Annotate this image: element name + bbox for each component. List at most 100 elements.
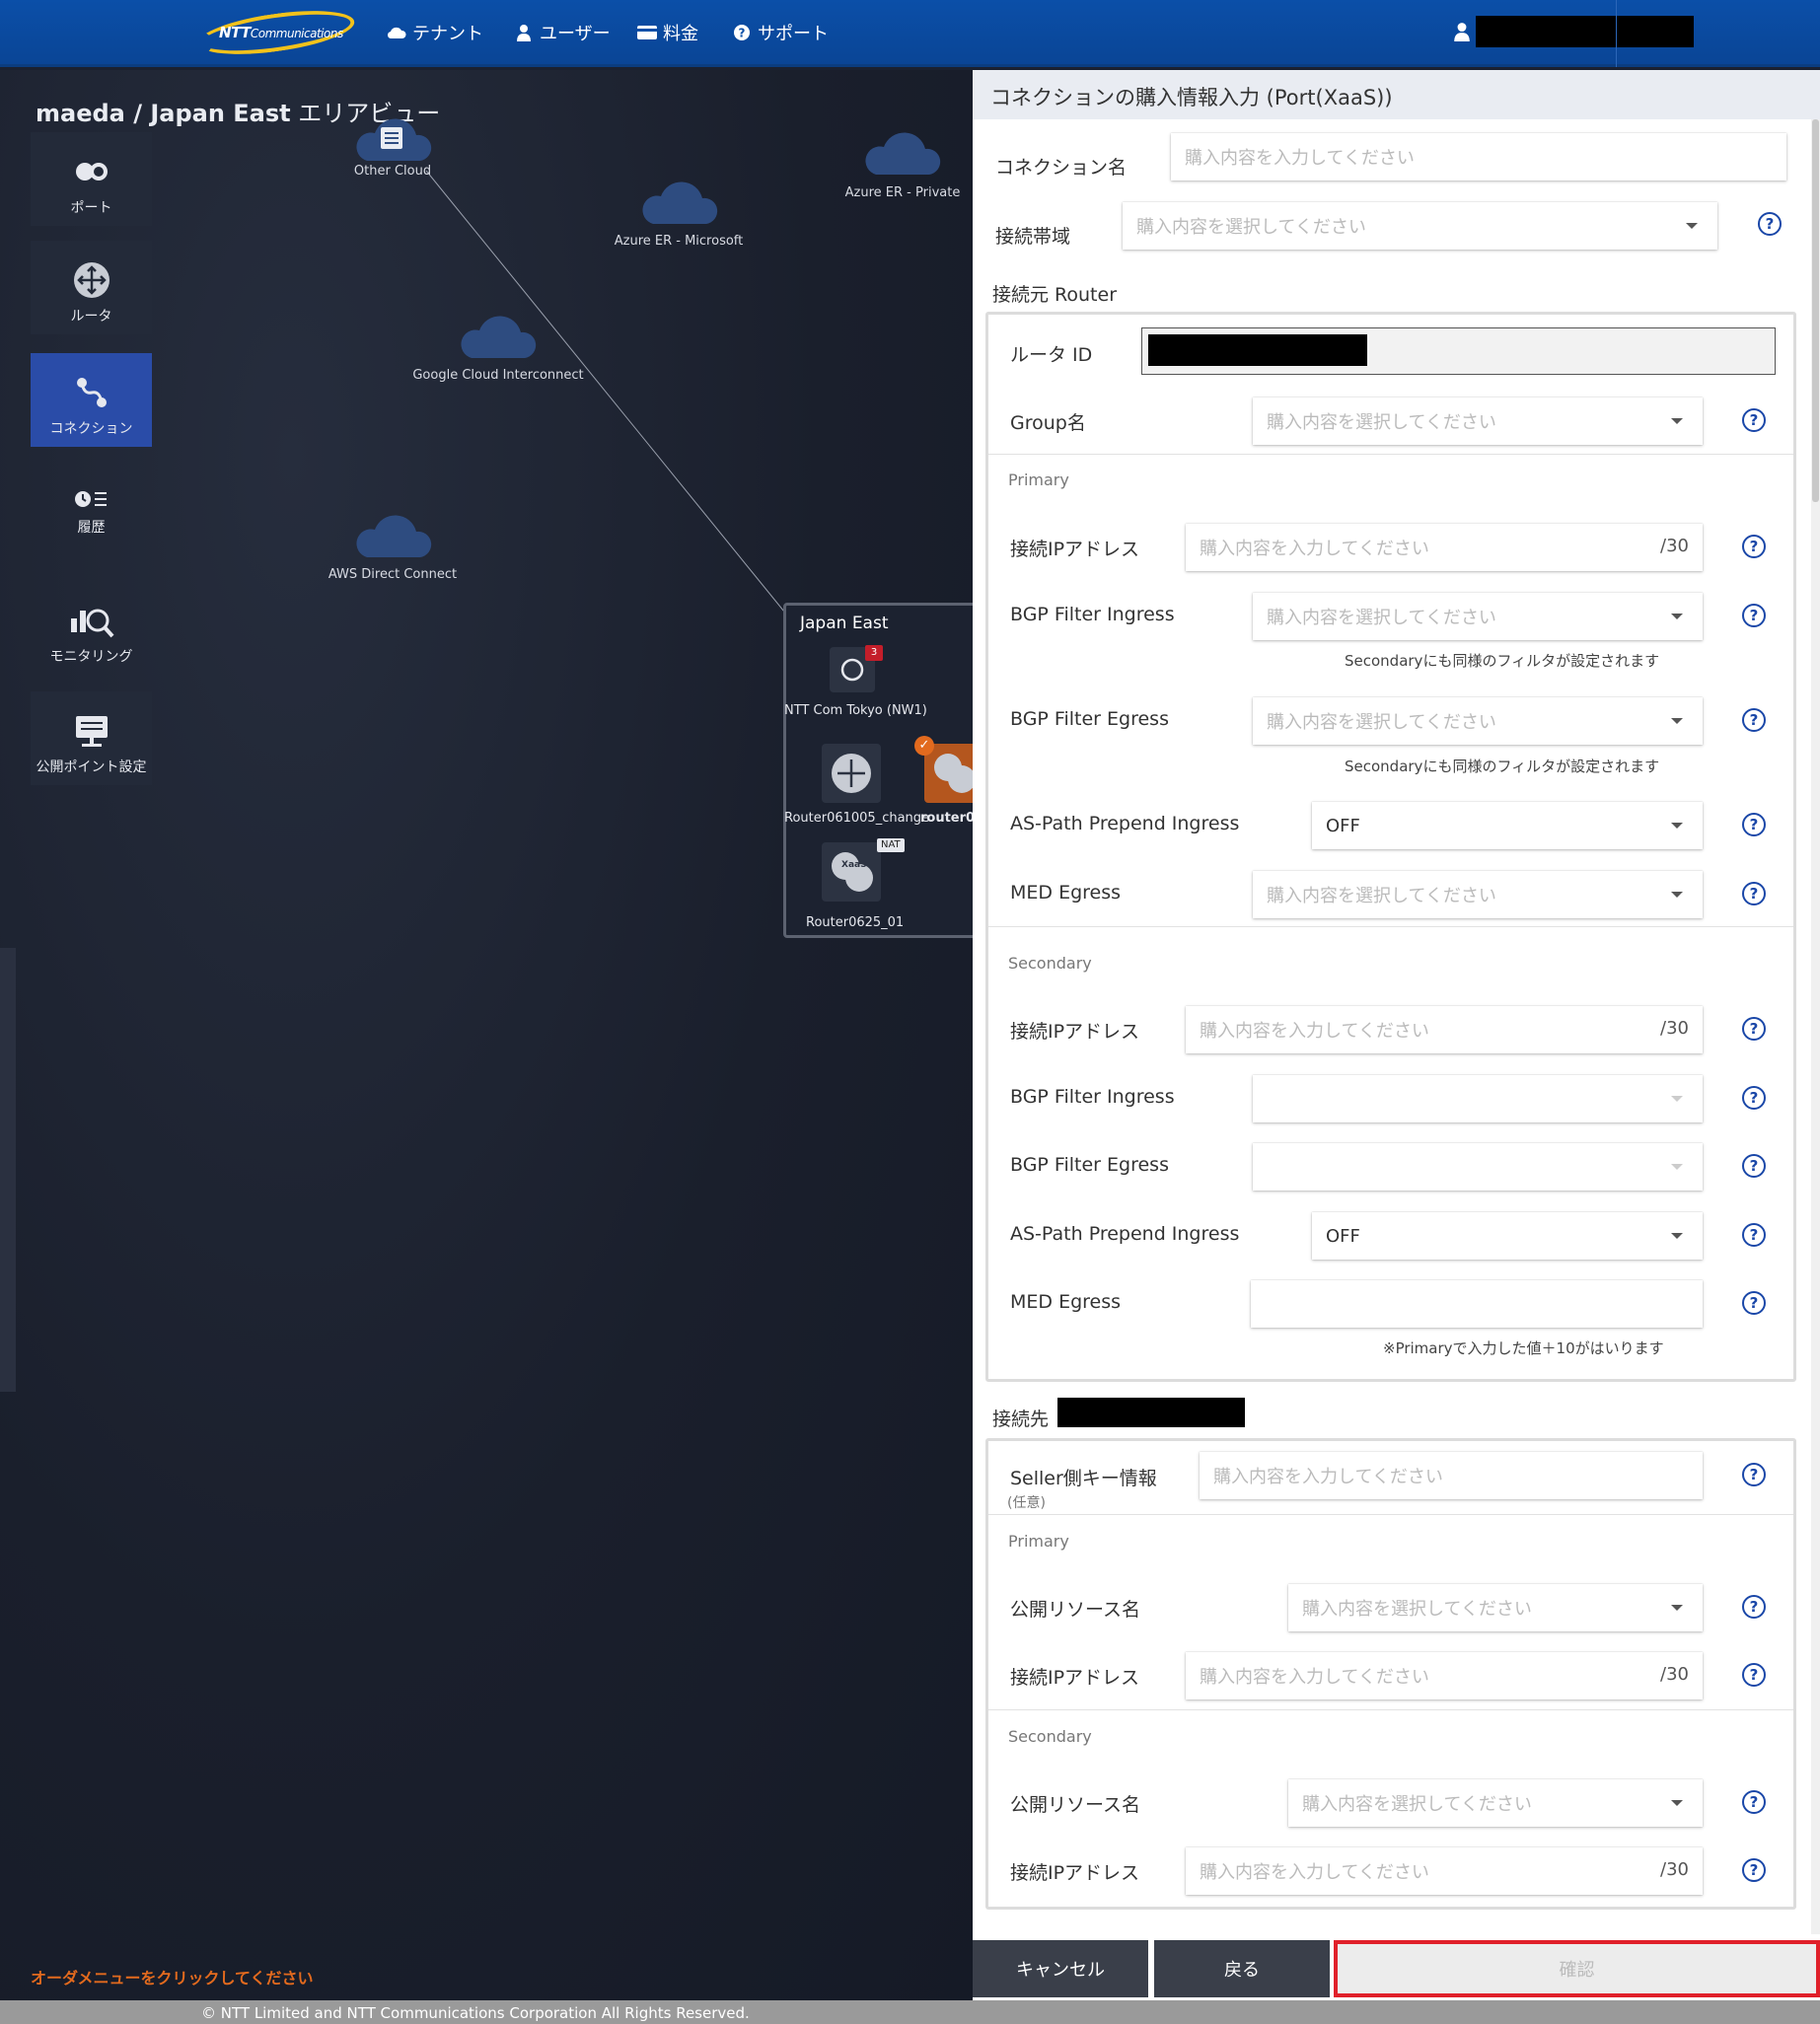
dest-secondary-title: Secondary <box>1008 1727 1092 1746</box>
sidebar-label: コネクション <box>49 421 133 437</box>
primary-bgp-ingress-select[interactable]: 購入内容を選択してください <box>1253 593 1703 640</box>
secondary-ip-label: 接続IPアドレス <box>1010 1021 1140 1043</box>
cloud-other[interactable] <box>351 113 434 167</box>
primary-bgp-egress-select[interactable]: 購入内容を選択してください <box>1253 697 1703 745</box>
logo-sub-text: Communications <box>250 27 343 40</box>
help-icon[interactable]: ? <box>1742 604 1766 627</box>
dest-primary-resource-select[interactable]: 購入内容を選択してください <box>1288 1584 1703 1631</box>
router-node-3[interactable] <box>822 842 881 902</box>
secondary-bgp-ingress-label: BGP Filter Ingress <box>1010 1086 1175 1108</box>
chevron-down-icon <box>1671 892 1683 898</box>
dest-primary-ip-input[interactable]: 購入内容を入力してください /30 <box>1186 1652 1703 1699</box>
history-icon <box>31 479 152 519</box>
chevron-down-icon <box>1671 418 1683 424</box>
help-icon[interactable]: ? <box>1742 1291 1766 1315</box>
divider <box>988 926 1793 927</box>
router-node-1-label: Router061005_change <box>784 811 930 826</box>
group-placeholder: 購入内容を選択してください <box>1267 412 1496 433</box>
help-icon[interactable]: ? <box>1742 1154 1766 1178</box>
panel-scrollbar-thumb[interactable] <box>1812 119 1819 502</box>
secondary-section-title: Secondary <box>1008 954 1092 973</box>
selected-check-icon: ✓ <box>914 736 934 756</box>
dest-secondary-ip-input[interactable]: 購入内容を入力してください /30 <box>1186 1847 1703 1895</box>
destination-name-redacted <box>1057 1398 1245 1427</box>
help-circle-icon: ? <box>732 23 752 42</box>
ntt-logo[interactable]: NTTCommunications <box>219 24 343 41</box>
cloud-label-azure-microsoft: Azure ER - Microsoft <box>614 234 744 249</box>
nav-billing[interactable]: 料金 <box>637 20 698 45</box>
dest-primary-ip-suffix: /30 <box>1660 1664 1689 1685</box>
form-body: コネクション名 購入内容を入力してください 接続帯域 購入内容を選択してください… <box>973 119 1820 1940</box>
help-icon[interactable]: ? <box>1742 1790 1766 1814</box>
chevron-down-icon <box>1686 223 1698 229</box>
sidebar-item-public-point[interactable]: 公開ポイント設定 <box>31 691 152 785</box>
secondary-ip-suffix: /30 <box>1660 1018 1689 1039</box>
dest-secondary-resource-placeholder: 購入内容を選択してください <box>1302 1794 1532 1815</box>
cloud-azure-private[interactable] <box>860 127 943 181</box>
help-icon[interactable]: ? <box>1742 1858 1766 1882</box>
secondary-ip-input[interactable]: 購入内容を入力してください /30 <box>1186 1006 1703 1053</box>
cloud-label-azure-private: Azure ER - Private <box>844 185 961 200</box>
router-node-1[interactable] <box>822 744 881 803</box>
region-title: Japan East <box>800 614 889 633</box>
primary-bgp-egress-label: BGP Filter Egress <box>1010 708 1169 730</box>
sidebar-item-port[interactable]: ポート <box>31 132 152 226</box>
cloud-aws[interactable] <box>351 510 434 563</box>
group-select[interactable]: 購入内容を選択してください <box>1253 398 1703 445</box>
cloud-icon <box>642 181 718 224</box>
help-icon[interactable]: ? <box>1742 708 1766 732</box>
dest-secondary-resource-select[interactable]: 購入内容を選択してください <box>1288 1779 1703 1827</box>
cloud-google[interactable] <box>456 311 539 364</box>
dest-primary-resource-placeholder: 購入内容を選択してください <box>1302 1599 1532 1620</box>
primary-ip-input[interactable]: 購入内容を入力してください /30 <box>1186 524 1703 571</box>
back-button[interactable]: 戻る <box>1154 1940 1330 1997</box>
help-icon[interactable]: ? <box>1742 1595 1766 1619</box>
chevron-down-icon <box>1671 1233 1683 1239</box>
cancel-button[interactable]: キャンセル <box>973 1940 1148 1997</box>
help-icon[interactable]: ? <box>1742 1223 1766 1247</box>
help-icon[interactable]: ? <box>1758 212 1782 236</box>
area-map-view: maeda / Japan East エリアビュー Other Cloud Az… <box>0 70 973 2000</box>
seller-key-label: Seller側キー情報 <box>1010 1468 1157 1489</box>
cloud-label-aws: AWS Direct Connect <box>328 567 458 582</box>
account-name-redacted[interactable] <box>1476 16 1694 47</box>
help-icon[interactable]: ? <box>1742 813 1766 836</box>
primary-as-path-select[interactable]: OFF <box>1312 802 1703 849</box>
seller-key-input[interactable]: 購入内容を入力してください <box>1200 1452 1703 1499</box>
account-icon[interactable] <box>1454 22 1472 43</box>
region-japan-east[interactable]: Japan East 3 NTT Com Tokyo (NW1) Router0… <box>783 603 973 938</box>
help-icon[interactable]: ? <box>1742 535 1766 558</box>
primary-bgp-egress-note: Secondaryにも同様のフィルタが設定されます <box>1345 758 1660 775</box>
port-count-badge: 3 <box>865 645 883 661</box>
help-icon[interactable]: ? <box>1742 1663 1766 1687</box>
router-node-2-label: router05 <box>920 811 973 826</box>
primary-med-select[interactable]: 購入内容を選択してください <box>1253 871 1703 918</box>
nav-support[interactable]: ? サポート <box>732 20 829 45</box>
cloud-azure-microsoft[interactable] <box>637 177 720 230</box>
monitoring-icon <box>31 601 152 640</box>
primary-med-placeholder: 購入内容を選択してください <box>1267 886 1496 906</box>
breadcrumb-path: maeda / Japan East <box>36 100 291 127</box>
help-icon[interactable]: ? <box>1742 882 1766 905</box>
group-label: Group名 <box>1010 412 1086 434</box>
help-icon[interactable]: ? <box>1742 1086 1766 1110</box>
sidebar-item-router[interactable]: ルータ <box>31 241 152 334</box>
dest-secondary-resource-label: 公開リソース名 <box>1010 1794 1141 1816</box>
confirm-button[interactable]: 確認 <box>1334 1940 1820 1997</box>
sidebar-item-monitoring[interactable]: モニタリング <box>31 581 152 675</box>
secondary-as-path-label: AS-Path Prepend Ingress <box>1010 1223 1240 1245</box>
sidebar-item-history[interactable]: 履歴 <box>31 460 152 553</box>
router-node-2[interactable] <box>924 744 973 803</box>
cloud-icon <box>461 316 537 358</box>
bandwidth-select[interactable]: 購入内容を選択してください <box>1123 202 1717 250</box>
nav-tenant[interactable]: テナント <box>387 20 483 45</box>
nav-users[interactable]: ユーザー <box>514 20 611 45</box>
connection-name-input[interactable]: 購入内容を入力してください <box>1171 133 1786 181</box>
connection-name-label: コネクション名 <box>995 157 1128 179</box>
help-icon[interactable]: ? <box>1742 1463 1766 1486</box>
sidebar-item-connection[interactable]: コネクション <box>31 353 152 447</box>
secondary-as-path-select[interactable]: OFF <box>1312 1212 1703 1260</box>
router-icon <box>832 754 871 793</box>
help-icon[interactable]: ? <box>1742 1017 1766 1041</box>
help-icon[interactable]: ? <box>1742 408 1766 432</box>
